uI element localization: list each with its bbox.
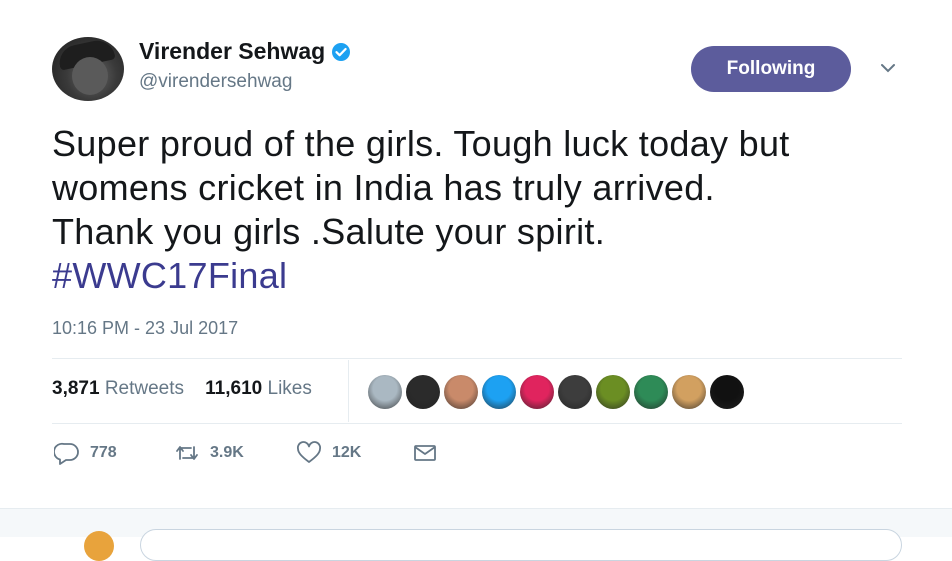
heart-icon	[297, 441, 321, 463]
direct-message-action[interactable]	[412, 441, 438, 465]
hashtag-link[interactable]: #WWC17Final	[52, 255, 287, 296]
likers-avatar-list	[368, 375, 744, 409]
retweets-stat[interactable]: 3,871 Retweets	[52, 378, 184, 399]
avatar-6[interactable]	[558, 375, 592, 409]
retweets-count: 3,871	[52, 378, 100, 399]
tweet-line-2: womens cricket in India has truly arrive…	[52, 167, 715, 208]
envelope-icon	[414, 445, 436, 461]
avatar-5[interactable]	[520, 375, 554, 409]
profile-avatar[interactable]	[52, 37, 124, 101]
avatar-10[interactable]	[710, 375, 744, 409]
retweets-label: Retweets	[104, 378, 185, 399]
tweet-line-1: Super proud of the girls. Tough luck tod…	[52, 123, 790, 164]
user-name-row[interactable]: Virender Sehwag	[139, 38, 351, 65]
tweet-actions: 778 3.9K 12K	[54, 441, 438, 465]
engagement-stats: 3,871 Retweets 11,610 Likes	[52, 378, 312, 400]
tweet-text: Super proud of the girls. Tough luck tod…	[52, 122, 932, 298]
user-name[interactable]: Virender Sehwag	[139, 38, 325, 65]
twitter-bird-avatar-4[interactable]	[482, 375, 516, 409]
tweet-line-3: Thank you girls .Salute your spirit.	[52, 211, 606, 252]
divider-bottom	[52, 423, 902, 424]
avatar-face	[72, 57, 108, 95]
default-avatar-1[interactable]	[368, 375, 402, 409]
retweet-action[interactable]: 3.9K	[174, 441, 296, 465]
verified-badge-icon	[332, 42, 351, 61]
stats-separator	[348, 360, 349, 422]
reply-icon	[54, 442, 79, 465]
avatar-2[interactable]	[406, 375, 440, 409]
retweet-icon	[176, 446, 198, 460]
likes-stat[interactable]: 11,610 Likes	[205, 378, 312, 399]
avatar-9[interactable]	[672, 375, 706, 409]
avatar-7[interactable]	[596, 375, 630, 409]
avatar-3[interactable]	[444, 375, 478, 409]
user-handle[interactable]: @virendersehwag	[139, 71, 292, 93]
retweet-count: 3.9K	[210, 444, 244, 461]
chevron-down-icon[interactable]	[878, 60, 898, 76]
avatar-8[interactable]	[634, 375, 668, 409]
likes-count: 11,610	[205, 378, 263, 399]
reply-input[interactable]	[140, 529, 902, 561]
divider-top	[52, 358, 902, 359]
following-button[interactable]: Following	[691, 46, 851, 92]
reply-count: 778	[90, 444, 117, 461]
like-action[interactable]: 12K	[296, 441, 412, 465]
like-count: 12K	[332, 444, 362, 461]
likes-label: Likes	[267, 378, 312, 399]
tweet-timestamp[interactable]: 10:16 PM - 23 Jul 2017	[52, 318, 238, 339]
reply-action[interactable]: 778	[54, 441, 174, 465]
